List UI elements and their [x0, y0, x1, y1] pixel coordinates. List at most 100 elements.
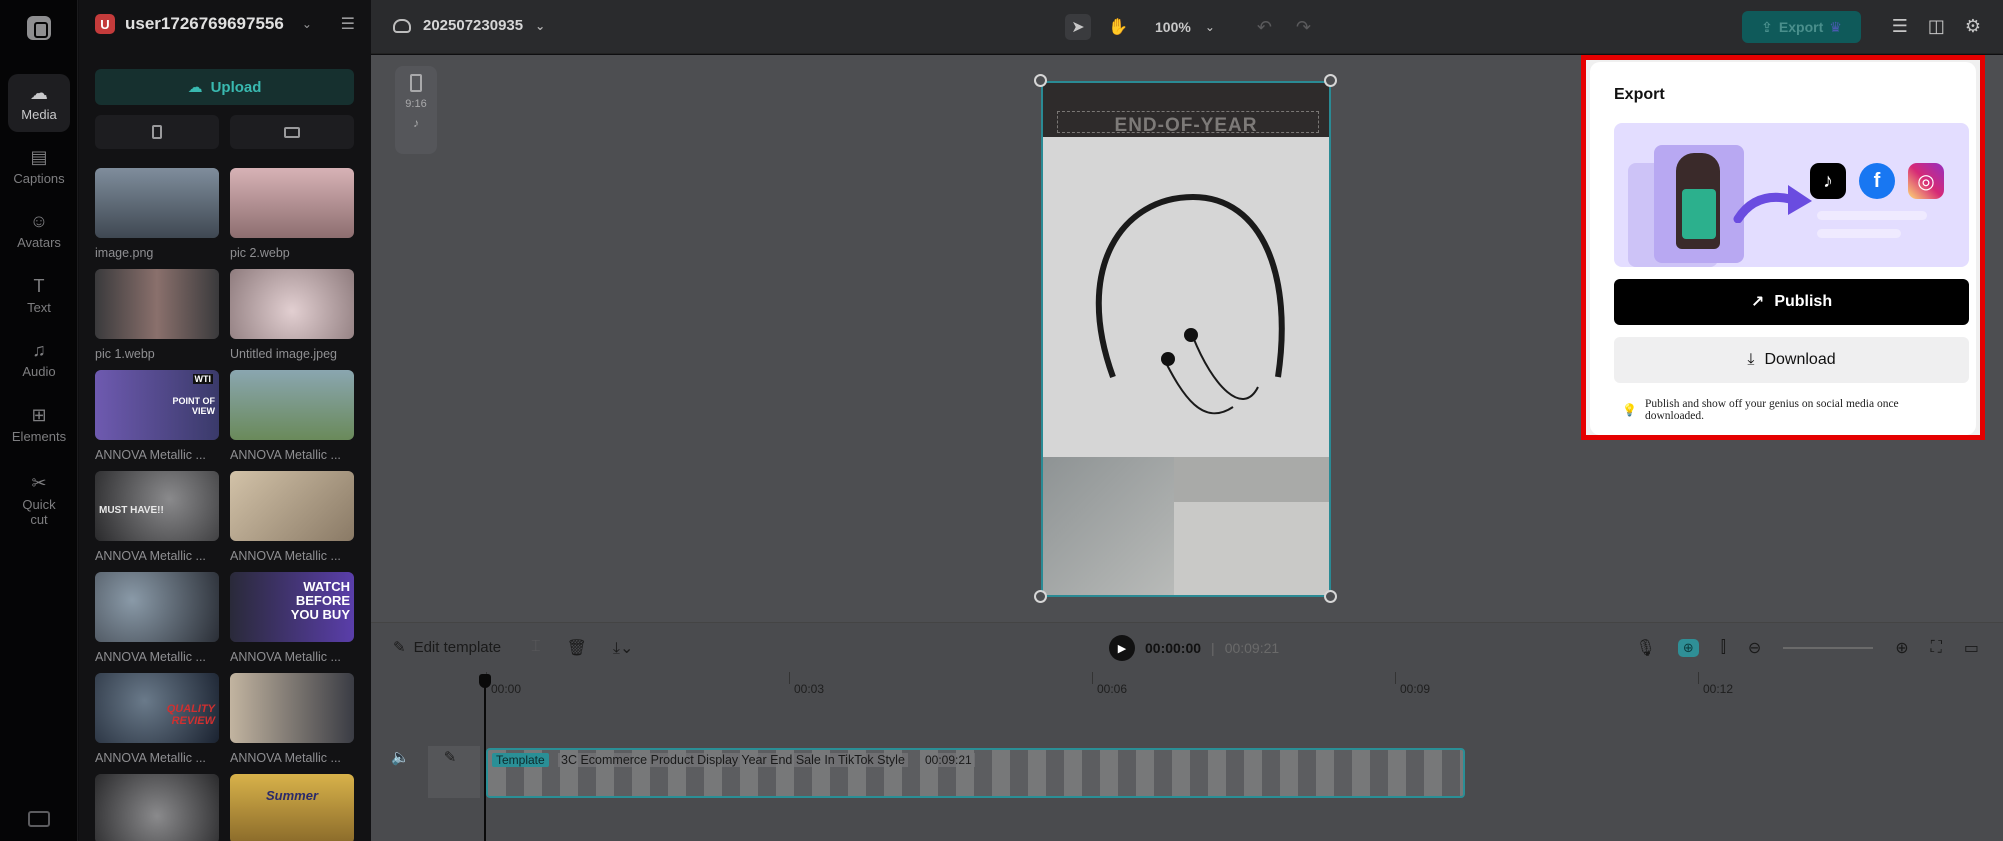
- auto-snap-icon[interactable]: ⊕: [1677, 639, 1699, 657]
- media-item[interactable]: MUST HAVE!! ANNOVA Metallic ...: [95, 471, 219, 572]
- download-icon[interactable]: ⤓⌄: [613, 638, 633, 658]
- media-item[interactable]: ANNOVA Metallic ...: [95, 572, 219, 673]
- microphone-icon[interactable]: 🎙: [1636, 638, 1656, 658]
- sidebar-item-audio[interactable]: ♫ Audio: [8, 331, 70, 389]
- instagram-icon: ◎: [1908, 163, 1944, 199]
- template-clip[interactable]: Template 3C Ecommerce Product Display Ye…: [486, 748, 1465, 798]
- avatar-icon: ☺: [29, 211, 49, 231]
- split-view-icon[interactable]: ⫿: [1721, 639, 1726, 657]
- zoom-slider[interactable]: [1783, 647, 1874, 649]
- gear-icon[interactable]: ⚙: [1965, 16, 1981, 37]
- keyboard-icon[interactable]: [28, 811, 50, 827]
- thumb-overlay-text: WATCH BEFORE YOU BUY: [290, 579, 350, 622]
- pointer-tool-button[interactable]: ➤: [1065, 14, 1091, 40]
- download-icon: ⤓: [1747, 351, 1755, 368]
- download-label: Download: [1764, 351, 1836, 368]
- redo-icon[interactable]: ↷: [1296, 17, 1311, 38]
- media-item[interactable]: ANNOVA Metallic ...: [230, 370, 354, 471]
- banner-text: END-OF-YEAR: [1114, 115, 1258, 136]
- edit-template-button[interactable]: ✎ Edit template: [393, 638, 501, 657]
- undo-icon[interactable]: ↶: [1257, 17, 1272, 38]
- export-dropdown: Export ♪ f ◎ ↗ Publish ⤓ Download 💡 Publ…: [1581, 55, 1985, 440]
- comment-icon[interactable]: ▭: [1964, 638, 1979, 658]
- landscape-filter-button[interactable]: [230, 115, 354, 149]
- split-icon[interactable]: ⌶: [531, 638, 541, 658]
- fit-screen-icon[interactable]: ⛶: [1931, 639, 1942, 657]
- zoom-in-icon[interactable]: ⊕: [1895, 638, 1908, 658]
- sidebar-item-text[interactable]: T Text: [8, 267, 70, 325]
- chevron-down-icon: ⌄: [535, 18, 546, 33]
- media-caption: ANNOVA Metallic ...: [95, 448, 206, 462]
- canvas-tools: ➤ ✋ 100% ⌄ ↶ ↷: [1065, 14, 1311, 40]
- zoom-level[interactable]: 100%: [1155, 19, 1191, 35]
- portrait-filter-button[interactable]: [95, 115, 219, 149]
- menu-icon[interactable]: ☰: [341, 14, 355, 34]
- media-item[interactable]: ANNOVA Metallic ...: [230, 471, 354, 572]
- edit-icon: ✎: [393, 639, 406, 656]
- publish-button[interactable]: ↗ Publish: [1614, 279, 1969, 325]
- media-caption: ANNOVA Metallic ...: [230, 448, 341, 462]
- upload-label: Upload: [210, 78, 262, 96]
- media-item[interactable]: WTI POINT OF VIEW ANNOVA Metallic ...: [95, 370, 219, 471]
- app-logo[interactable]: [27, 16, 51, 40]
- media-item[interactable]: pic 2.webp: [230, 168, 354, 269]
- export-title: Export: [1614, 86, 1665, 103]
- resize-handle[interactable]: [1034, 74, 1047, 87]
- landscape-icon: [284, 126, 300, 138]
- pencil-icon[interactable]: ✎: [444, 748, 457, 766]
- resize-handle[interactable]: [1324, 74, 1337, 87]
- sidebar-item-label: Text: [27, 300, 51, 315]
- phone-portrait-icon: [152, 125, 162, 139]
- chevron-down-icon: ⌄: [1204, 20, 1215, 34]
- upload-button[interactable]: ☁ Upload: [95, 69, 354, 105]
- sidebar-item-quick-cut[interactable]: ✂ Quick cut: [8, 468, 70, 532]
- layers-icon[interactable]: ☰: [1892, 16, 1908, 37]
- thumb-overlay-text: MUST HAVE!!: [99, 505, 164, 516]
- sidebar-item-captions[interactable]: ▤ Captions: [8, 138, 70, 196]
- hand-tool-button[interactable]: ✋: [1105, 14, 1131, 40]
- media-item[interactable]: WATCH BEFORE YOU BUY ANNOVA Metallic ...: [230, 572, 354, 673]
- playhead[interactable]: [479, 674, 491, 841]
- aspect-ratio-selector[interactable]: 9:16 ♪: [395, 66, 437, 154]
- panel-layout-icon[interactable]: ◫: [1928, 16, 1945, 37]
- timeline-ruler: 00:00 00:03 00:06 00:09 00:12: [371, 672, 2003, 700]
- headphones-illustration: [1095, 193, 1285, 415]
- quick-cut-icon: ✂: [31, 472, 47, 493]
- resize-handle[interactable]: [1034, 590, 1047, 603]
- media-item[interactable]: QUALITY REVIEW ANNOVA Metallic ...: [95, 673, 219, 774]
- sidebar-item-media[interactable]: ☁ Media: [8, 74, 70, 132]
- headset-image: [1174, 502, 1329, 595]
- media-item[interactable]: image.png: [95, 168, 219, 269]
- media-item[interactable]: pic 1.webp: [95, 269, 219, 370]
- sidebar-item-elements[interactable]: ⊞ Elements: [8, 396, 70, 454]
- media-panel: U user1726769697556 ⌄ ☰ ☁ Upload image.p…: [79, 0, 371, 841]
- media-item[interactable]: ANNOVA Metallic ...: [230, 673, 354, 774]
- media-item[interactable]: [95, 774, 219, 841]
- cursor-icon: ➤: [1071, 19, 1085, 36]
- media-item[interactable]: Summer: [230, 774, 354, 841]
- ruler-tick: [1698, 672, 1699, 684]
- zoom-out-icon[interactable]: ⊖: [1748, 638, 1761, 658]
- export-label: Export: [1778, 19, 1824, 35]
- promo-placeholder-line: [1817, 229, 1901, 238]
- project-title[interactable]: 202507230935 ⌄: [393, 17, 545, 34]
- top-right-icons: ☰ ◫ ⚙: [1892, 16, 1981, 37]
- media-item[interactable]: Untitled image.jpeg: [230, 269, 354, 370]
- timeline-actions: ⌶ 🗑 ⤓⌄: [531, 638, 633, 658]
- ruler-tick: [1395, 672, 1396, 684]
- elements-icon: ⊞: [31, 405, 47, 425]
- avatar: U: [95, 14, 115, 34]
- download-button[interactable]: ⤓ Download: [1614, 337, 1969, 383]
- ruler-tick: [1092, 672, 1093, 684]
- share-arrow-icon: [1733, 185, 1812, 223]
- time-separator: |: [1211, 640, 1215, 656]
- ruler-label: 00:12: [1703, 682, 1734, 696]
- trash-icon[interactable]: 🗑: [567, 638, 587, 658]
- export-button[interactable]: ⇪ Export ♛: [1742, 11, 1861, 43]
- sidebar-item-avatars[interactable]: ☺ Avatars: [8, 202, 70, 260]
- user-menu[interactable]: U user1726769697556 ⌄ ☰: [95, 14, 355, 34]
- resize-handle[interactable]: [1324, 590, 1337, 603]
- play-button[interactable]: ▶: [1109, 635, 1135, 661]
- video-preview-frame[interactable]: END-OF-YEAR: [1041, 81, 1331, 597]
- volume-icon[interactable]: 🔈: [391, 748, 410, 766]
